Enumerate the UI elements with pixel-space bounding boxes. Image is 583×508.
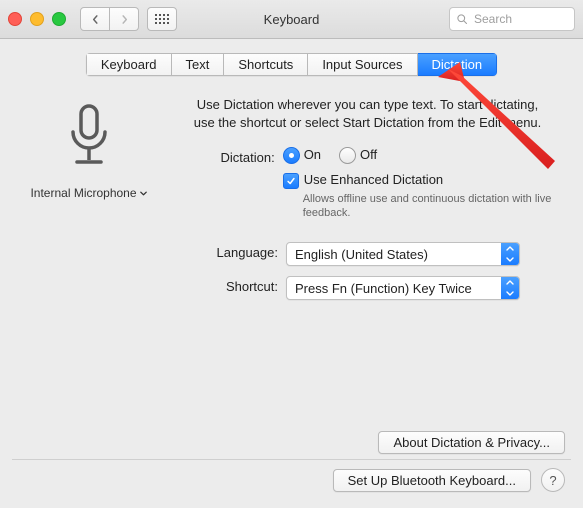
tab-text[interactable]: Text bbox=[172, 53, 225, 76]
microphone-icon bbox=[59, 102, 119, 172]
dictation-on-radio[interactable]: On bbox=[283, 147, 321, 164]
bluetooth-keyboard-button[interactable]: Set Up Bluetooth Keyboard... bbox=[333, 469, 531, 492]
titlebar: Keyboard bbox=[0, 0, 583, 39]
tab-input-sources[interactable]: Input Sources bbox=[308, 53, 417, 76]
mic-source-select[interactable]: Internal Microphone bbox=[30, 186, 147, 200]
window-controls bbox=[8, 12, 66, 26]
chevron-right-icon bbox=[120, 15, 129, 24]
search-field[interactable] bbox=[449, 7, 575, 31]
dictation-row: Dictation: On Off U bbox=[182, 147, 553, 220]
close-window-button[interactable] bbox=[8, 12, 22, 26]
zoom-window-button[interactable] bbox=[52, 12, 66, 26]
mic-column: Internal Microphone bbox=[24, 96, 154, 310]
grid-icon bbox=[155, 14, 169, 24]
forward-button[interactable] bbox=[110, 7, 139, 31]
footer-row: Set Up Bluetooth Keyboard... ? bbox=[333, 468, 565, 492]
separator bbox=[12, 459, 571, 460]
tab-dictation[interactable]: Dictation bbox=[418, 53, 498, 76]
language-row: Language: English (United States) bbox=[182, 242, 553, 266]
shortcut-label: Shortcut: bbox=[182, 276, 286, 294]
mic-source-label: Internal Microphone bbox=[30, 186, 136, 200]
search-icon bbox=[456, 13, 468, 25]
select-stepper-icon bbox=[501, 243, 519, 265]
dictation-label: Dictation: bbox=[182, 147, 283, 165]
enhanced-dictation-desc: Allows offline use and continuous dictat… bbox=[303, 192, 553, 221]
dictation-off-radio[interactable]: Off bbox=[339, 147, 377, 164]
shortcut-select[interactable]: Press Fn (Function) Key Twice bbox=[286, 276, 520, 300]
language-select[interactable]: English (United States) bbox=[286, 242, 520, 266]
search-input[interactable] bbox=[472, 11, 583, 27]
shortcut-row: Shortcut: Press Fn (Function) Key Twice bbox=[182, 276, 553, 300]
about-dictation-button[interactable]: About Dictation & Privacy... bbox=[378, 431, 565, 454]
radio-icon bbox=[339, 147, 356, 164]
tab-keyboard[interactable]: Keyboard bbox=[86, 53, 172, 76]
chevron-left-icon bbox=[91, 15, 100, 24]
minimize-window-button[interactable] bbox=[30, 12, 44, 26]
back-button[interactable] bbox=[80, 7, 110, 31]
chevron-down-icon bbox=[139, 189, 148, 198]
tab-bar: Keyboard Text Shortcuts Input Sources Di… bbox=[0, 53, 583, 76]
show-all-prefs-button[interactable] bbox=[147, 7, 177, 31]
shortcut-value: Press Fn (Function) Key Twice bbox=[295, 281, 472, 296]
prefs-window: Keyboard Keyboard Text Shortcuts Input S… bbox=[0, 0, 583, 508]
about-row: About Dictation & Privacy... bbox=[378, 431, 565, 454]
nav-back-forward bbox=[80, 7, 139, 31]
help-button[interactable]: ? bbox=[541, 468, 565, 492]
dictation-settings: Use Dictation wherever you can type text… bbox=[182, 96, 553, 310]
select-stepper-icon bbox=[501, 277, 519, 299]
checkbox-checked-icon bbox=[283, 173, 299, 189]
dictation-pane: Internal Microphone Use Dictation wherev… bbox=[0, 96, 583, 310]
language-value: English (United States) bbox=[295, 247, 428, 262]
tab-shortcuts[interactable]: Shortcuts bbox=[224, 53, 308, 76]
enhanced-dictation-checkbox[interactable]: Use Enhanced Dictation bbox=[283, 172, 443, 187]
radio-selected-icon bbox=[283, 147, 300, 164]
intro-text: Use Dictation wherever you can type text… bbox=[182, 96, 553, 131]
language-label: Language: bbox=[182, 242, 286, 260]
